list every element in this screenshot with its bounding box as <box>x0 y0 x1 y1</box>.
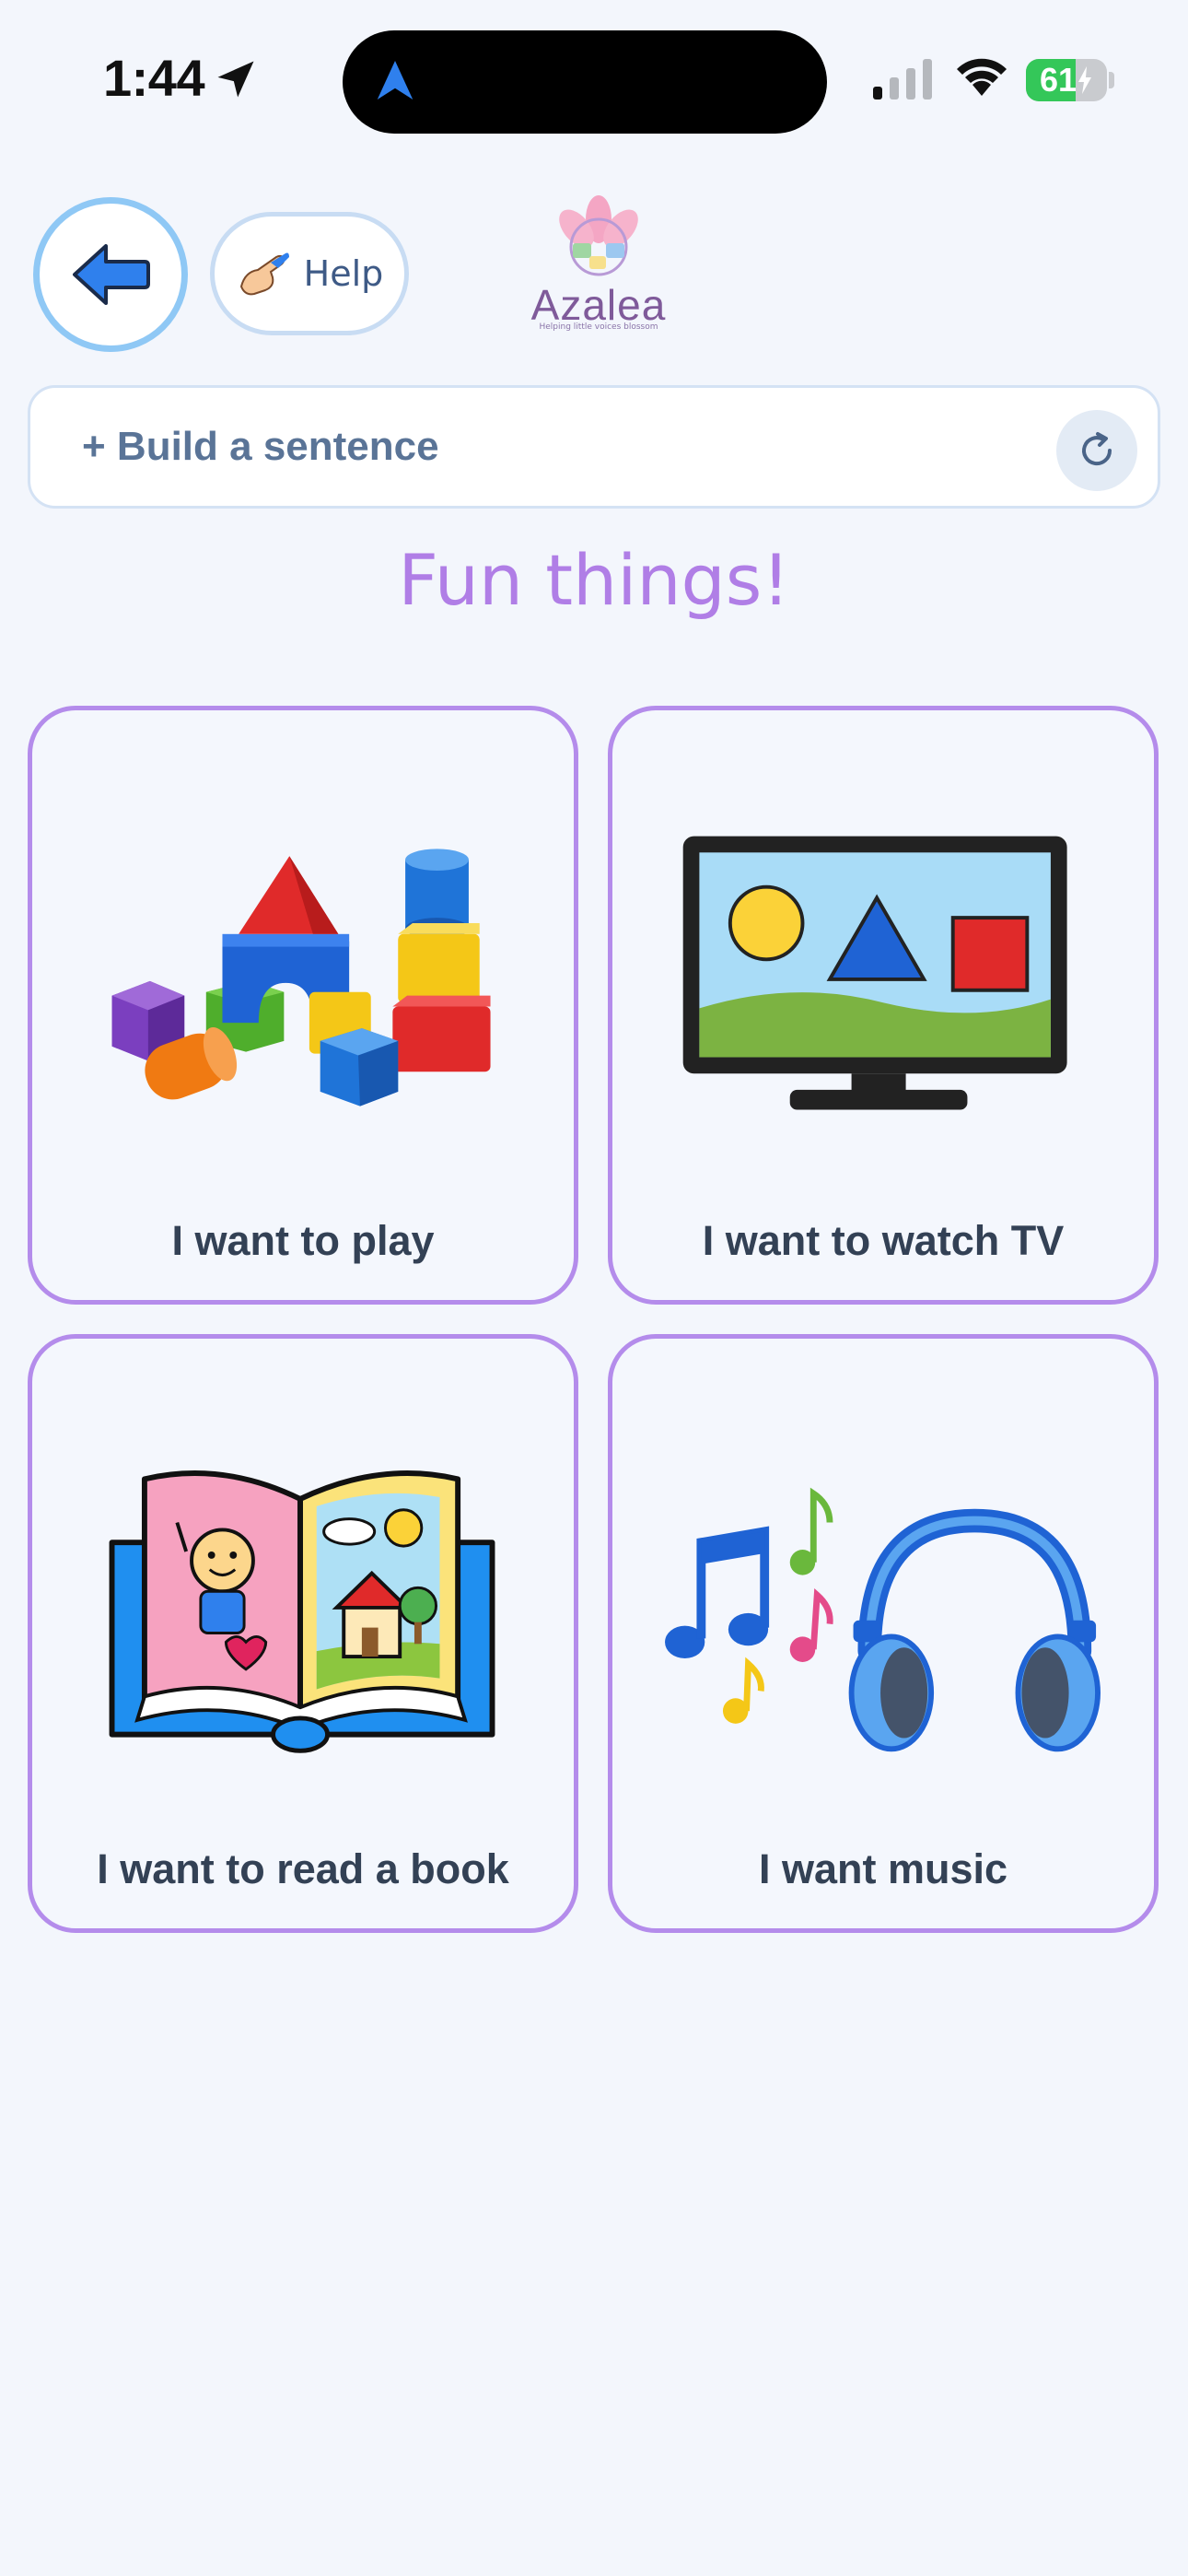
card-label: I want to watch TV <box>702 1217 1065 1264</box>
wifi-icon <box>957 58 1007 96</box>
television-icon <box>682 836 1067 1110</box>
azalea-logo: Azalea Helping little voices blossom <box>516 192 681 357</box>
logo-tagline: Helping little voices blossom <box>539 322 658 332</box>
back-button[interactable] <box>33 197 188 352</box>
navigation-icon <box>377 61 413 100</box>
help-button[interactable]: Help <box>210 212 409 335</box>
signal-icon <box>873 59 932 100</box>
arrow-left-icon <box>73 244 150 305</box>
status-bar: 1:44 61 <box>0 0 1188 157</box>
location-arrow-icon <box>217 61 254 98</box>
azalea-flower-icon <box>559 195 638 276</box>
dynamic-island <box>343 30 827 134</box>
pointing-hand-icon <box>239 252 289 296</box>
refresh-button[interactable] <box>1056 410 1137 491</box>
music-headphones-icon <box>665 1487 1101 1752</box>
battery-charging-icon <box>1078 66 1092 94</box>
status-time: 1:44 <box>103 49 205 107</box>
card-play[interactable]: I want to play <box>28 706 578 1305</box>
help-label: Help <box>303 253 384 294</box>
toy-blocks-icon <box>111 849 491 1107</box>
card-music[interactable]: I want music <box>608 1334 1159 1933</box>
card-watch-tv[interactable]: I want to watch TV <box>608 706 1159 1305</box>
sentence-builder-bar[interactable]: + Build a sentence <box>28 385 1160 509</box>
page-title: Fun things! <box>398 539 790 621</box>
refresh-icon <box>1082 432 1112 466</box>
card-label: I want to play <box>171 1217 435 1264</box>
battery-percentage: 61 <box>1026 59 1107 101</box>
card-read-book[interactable]: I want to read a book <box>28 1334 578 1933</box>
battery-indicator: 61 <box>1026 59 1107 101</box>
card-label: I want music <box>758 1845 1008 1892</box>
card-label: I want to read a book <box>97 1845 509 1892</box>
open-book-icon <box>109 1470 495 1753</box>
sentence-placeholder[interactable]: + Build a sentence <box>82 388 439 506</box>
battery-cap <box>1109 72 1114 88</box>
